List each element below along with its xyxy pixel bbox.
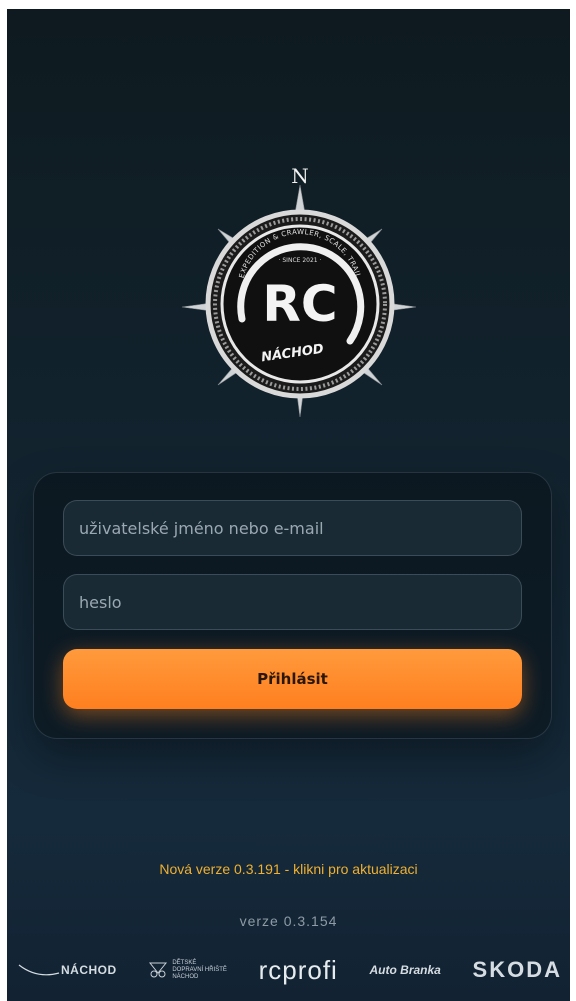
update-notice-link[interactable]: Nová verze 0.3.191 - klikni pro aktualiz… [7,861,570,877]
sponsor-nachod-label: NÁCHOD [61,963,117,977]
sponsor-logos: NÁCHOD DĚTSKÉ DOPRAVNÍ HŘIŠTĚ NÁCHOD rcp… [17,947,562,993]
sponsor-autobranka-label: Auto Branka [369,963,441,977]
password-input[interactable] [63,574,522,630]
login-card: Přihlásit [33,472,552,739]
compass-north-label: N [291,164,309,188]
bicycle-icon [149,962,168,978]
sponsor-rcprofi: rcprofi [259,955,338,986]
nachod-swoosh-icon [18,964,60,976]
sponsor-skoda: SKODA [473,957,562,983]
version-label: verze 0.3.154 [239,913,338,929]
logo-since-text: · SINCE 2021 · [279,257,322,264]
sponsor-dopravni-hriste: DĚTSKÉ DOPRAVNÍ HŘIŠTĚ NÁCHOD [148,960,227,981]
username-input[interactable] [63,500,522,556]
sponsor-rcprofi-label: rcprofi [258,954,338,985]
app-screen: N · SINCE 2021 · RC NÁCHOD EXPEDITION & … [7,9,570,1001]
club-logo: N · SINCE 2021 · RC NÁCHOD EXPEDITION & … [181,164,417,418]
sponsor-skoda-label: SKODA [472,957,562,982]
logo-monogram: RC [262,275,337,333]
sponsor-dopravni-label: DĚTSKÉ DOPRAVNÍ HŘIŠTĚ NÁCHOD [172,959,227,980]
sponsor-nachod: NÁCHOD [17,959,117,981]
login-button[interactable]: Přihlásit [63,649,522,709]
sponsor-autobranka: Auto Branka [370,963,441,977]
